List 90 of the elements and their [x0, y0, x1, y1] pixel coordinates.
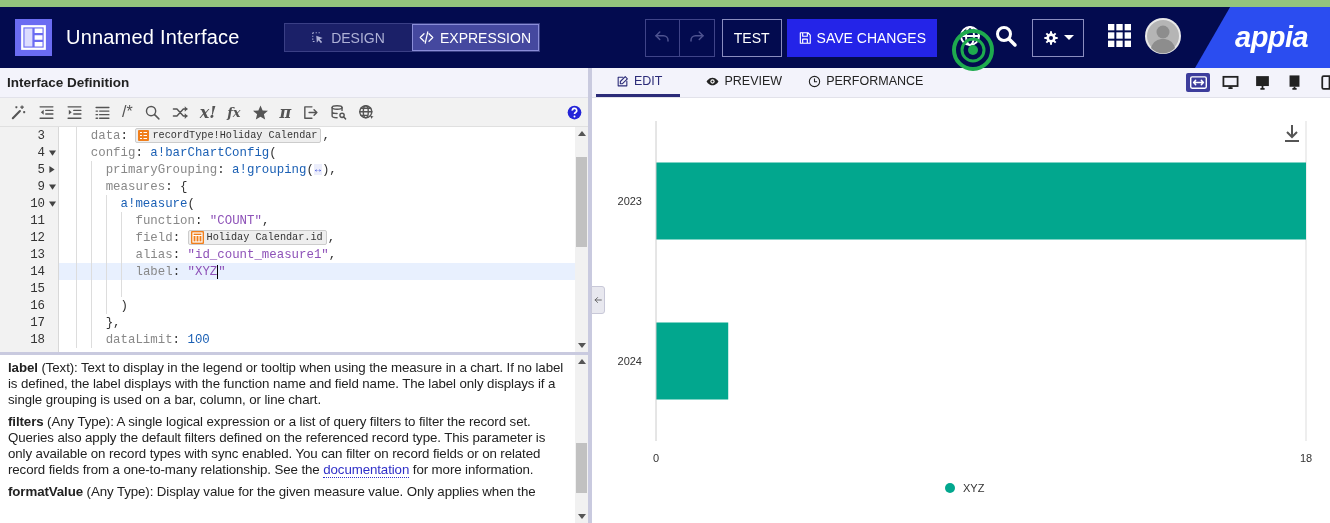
panel-title: Interface Definition [7, 75, 130, 90]
code-line: dataLimit: 100 [105, 332, 210, 347]
save-button[interactable]: SAVE CHANGES [786, 18, 937, 57]
avatar-icon[interactable] [1145, 17, 1181, 54]
fold-expanded-icon[interactable] [48, 183, 56, 190]
record-type-chip[interactable]: recordType!Holiday Calendar [135, 128, 322, 143]
line-number: 15 [29, 281, 45, 296]
scroll-up-icon[interactable] [577, 131, 586, 136]
test-button[interactable]: TEST [721, 18, 782, 57]
parameter-description: filters (Any Type): A single logical expression or a list of query filters to filter the record set. Queries also apply the default filters defined on the referenced record type. This parameter is only available on record types with sync enabled. You can filter on record fields or on related record fields from a one-to-many relationship. See the documentation for more information. [8, 414, 547, 478]
parameter-description: formatValue (Any Type): Display value for the given measure value. Only applies when the [8, 484, 537, 500]
code-line: function: "COUNT", [135, 213, 270, 228]
code-line: alias: "id_count_measure1", [135, 247, 337, 262]
code-text: , [327, 230, 336, 245]
documentation-link[interactable]: documentation [323, 462, 410, 478]
view-tab[interactable]: PREVIEW [706, 68, 783, 97]
scroll-up-icon[interactable] [577, 359, 586, 364]
code-text: , [322, 128, 330, 143]
database-search-icon[interactable] [330, 103, 348, 121]
fold-collapsed-icon[interactable] [49, 166, 55, 173]
click-indicator-icon [951, 28, 995, 72]
code-line: config: a!barChartConfig( [90, 145, 277, 160]
function-button[interactable]: fx [227, 103, 241, 121]
axis-tick-label: 18 [1299, 452, 1313, 464]
mode-tab[interactable]: DESIGN [284, 24, 412, 51]
search-icon[interactable] [143, 103, 161, 121]
line-number: 13 [29, 247, 45, 262]
code-line: measures: { [105, 179, 188, 194]
table-icon [190, 231, 204, 244]
code-text: field: [135, 230, 182, 245]
code-line: primaryGrouping: a!grouping(↔), [105, 162, 337, 177]
line-number: 18 [29, 332, 45, 347]
line-number: 5 [36, 162, 45, 177]
star-icon[interactable] [251, 103, 269, 121]
legend-label: XYZ [963, 482, 985, 494]
line-number: 12 [29, 230, 45, 245]
outdent-icon[interactable] [38, 103, 55, 121]
code-line: a!measure( [120, 196, 195, 211]
globe-icon[interactable] [958, 23, 982, 48]
error-button[interactable]: x! [199, 103, 217, 121]
exit-icon[interactable] [302, 103, 320, 121]
wand-icon[interactable] [10, 103, 27, 121]
code-line: label: "XYZ" [135, 264, 226, 279]
grid-icon[interactable] [1108, 24, 1131, 47]
record-field-chip[interactable]: Holiday Calendar.id [187, 230, 327, 245]
search-icon[interactable] [994, 23, 1018, 48]
help-icon[interactable] [567, 104, 582, 120]
line-number: 4 [36, 145, 45, 160]
category-label: 2024 [617, 355, 642, 367]
line-number: 16 [29, 298, 45, 313]
line-number: 10 [29, 196, 45, 211]
comment-button[interactable]: /* [122, 103, 133, 121]
category-label: 2023 [617, 195, 642, 207]
line-number: 14 [29, 264, 45, 279]
desktop-icon [1221, 74, 1239, 91]
pi-button[interactable]: π [279, 103, 292, 121]
mode-tab[interactable]: EXPRESSION [411, 24, 539, 51]
code-line: }, [105, 315, 121, 330]
settings-button[interactable] [1032, 18, 1084, 57]
scroll-down-icon[interactable] [577, 514, 586, 519]
line-number: 17 [29, 315, 45, 330]
indent-icon[interactable] [66, 103, 83, 121]
parameter-description: label (Text): Text to display in the legend or tooltip when using the measure in a chart. If no label is defined, the label displays with the function name and field name. The label only displays if a single grouping is used on a bar, column, or line chart. [8, 360, 565, 408]
fold-expanded-icon[interactable] [48, 200, 56, 207]
axis-tick-label: 0 [652, 452, 660, 464]
caret-icon [1063, 35, 1074, 40]
view-tab[interactable]: EDIT [596, 68, 681, 97]
arrow-left-icon [593, 295, 603, 305]
device-button[interactable] [1186, 73, 1210, 92]
fold-expanded-icon[interactable] [48, 149, 56, 156]
gear-icon [1042, 29, 1059, 46]
brand-logo: appia [1195, 7, 1330, 68]
download-icon[interactable] [1284, 124, 1300, 142]
globe-icon[interactable] [358, 103, 376, 121]
scroll-down-icon[interactable] [577, 343, 586, 348]
line-number: 11 [29, 213, 45, 228]
fit-width-icon [1189, 74, 1207, 91]
clock-icon [808, 74, 822, 88]
line-number: 3 [36, 128, 45, 143]
monitor-icon [1253, 74, 1271, 91]
pencil-icon [616, 74, 629, 88]
code-text: data: [90, 128, 129, 143]
scrollbar[interactable] [575, 355, 588, 523]
record-type-icon [138, 130, 150, 141]
line-number: 9 [36, 179, 45, 194]
window-title: Unnamed Interface [66, 26, 240, 49]
view-tab[interactable]: PERFORMANCE [808, 68, 924, 97]
code-icon [419, 30, 434, 45]
scrollbar[interactable] [575, 127, 588, 352]
code-line: ) [120, 298, 128, 313]
